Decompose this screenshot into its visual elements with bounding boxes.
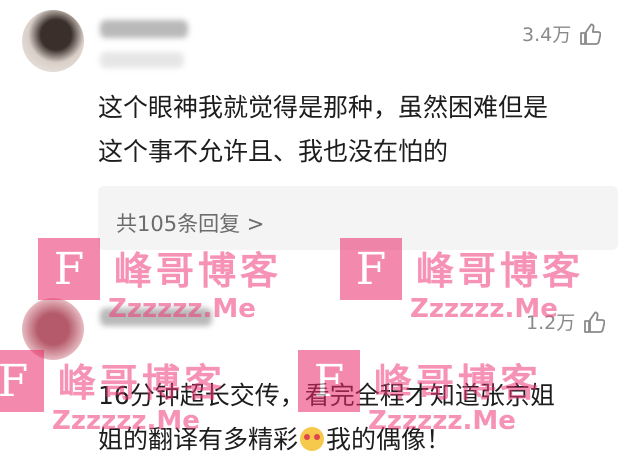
comment-text-segment: 我的偶像！ bbox=[326, 425, 452, 454]
replies-link[interactable]: 共105条回复 > bbox=[116, 208, 264, 238]
avatar[interactable] bbox=[22, 10, 84, 72]
username-blurred[interactable] bbox=[100, 308, 212, 326]
comment-text-line: 这个眼神我就觉得是那种，虽然困难但是 bbox=[98, 93, 549, 122]
thumbs-up-icon bbox=[584, 311, 606, 333]
like-button[interactable]: 3.4万 bbox=[522, 20, 602, 47]
comment-text: 这个眼神我就觉得是那种，虽然困难但是 这个事不允许且、我也没在怕的 bbox=[98, 86, 548, 174]
comment-text-line: 16分钟超长交传，看完全程才知道张京姐 bbox=[98, 381, 555, 410]
comment-text-line: 这个事不允许且、我也没在怕的 bbox=[98, 137, 449, 166]
thumbs-up-icon bbox=[580, 23, 602, 45]
heart-eyes-emoji-icon bbox=[300, 427, 325, 451]
watermark-logo: F bbox=[38, 238, 100, 300]
watermark-logo: F bbox=[0, 350, 44, 412]
comment-text-line: 姐的翻译有多精彩 我的偶像！ bbox=[98, 418, 555, 462]
username-blurred[interactable] bbox=[100, 20, 188, 38]
avatar[interactable] bbox=[22, 298, 84, 360]
view-replies-button[interactable]: 共105条回复 > bbox=[98, 186, 618, 250]
like-button[interactable]: 1.2万 bbox=[526, 308, 606, 335]
comment-text: 16分钟超长交传，看完全程才知道张京姐 姐的翻译有多精彩 我的偶像！ bbox=[98, 374, 555, 462]
like-count: 1.2万 bbox=[526, 312, 576, 334]
comment-meta-blurred bbox=[100, 52, 184, 68]
like-count: 3.4万 bbox=[522, 24, 572, 46]
comment-text-segment: 姐的翻译有多精彩 bbox=[98, 425, 299, 454]
